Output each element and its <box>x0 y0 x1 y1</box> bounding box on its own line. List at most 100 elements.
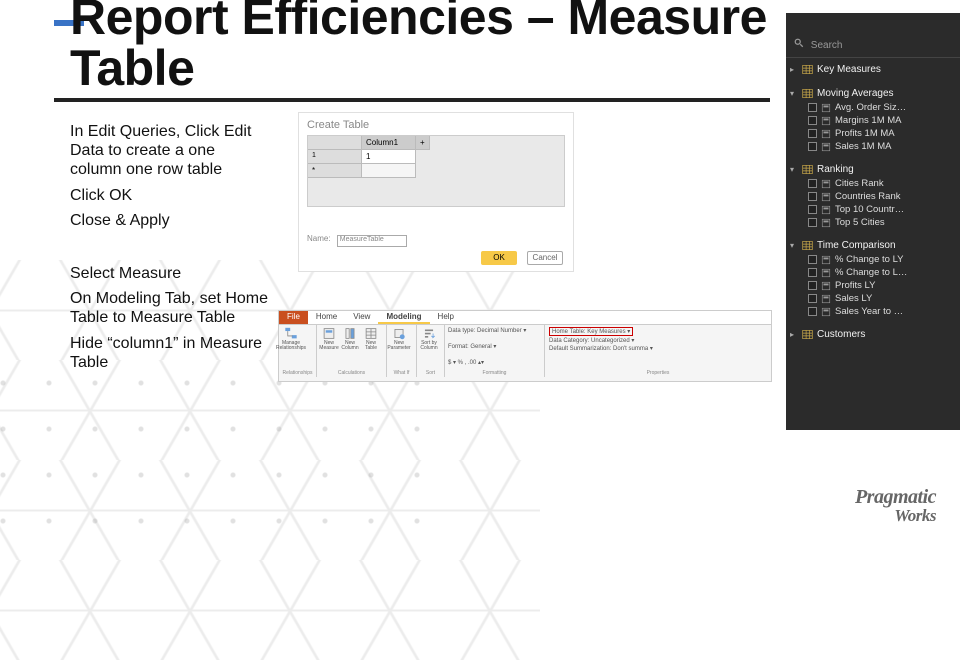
field-checkbox[interactable] <box>808 218 817 227</box>
field-checkbox[interactable] <box>808 116 817 125</box>
measure-icon <box>821 192 831 202</box>
section-properties: Properties <box>545 369 771 377</box>
instruction-3: Close & Apply <box>70 211 270 230</box>
sort-by-column-button[interactable]: Sort byColumn <box>420 327 438 351</box>
field-checkbox[interactable] <box>808 129 817 138</box>
grid-add-col[interactable]: + <box>416 136 430 150</box>
create-table-dialog: Create Table Column1 + 1 1 * Name: Measu… <box>298 112 574 272</box>
expand-icon: ▸ <box>790 65 798 74</box>
group-label: Time Comparison <box>817 240 896 251</box>
field-group-customers[interactable]: ▸ Customers <box>790 327 958 342</box>
datatype-dropdown[interactable]: Data type: Decimal Number ▾ <box>448 327 541 334</box>
name-row: Name: MeasureTable <box>307 234 407 247</box>
field-label: Margins 1M MA <box>835 115 902 126</box>
new-parameter-button[interactable]: NewParameter <box>390 327 408 351</box>
field-item[interactable]: Top 5 Cities <box>790 216 958 229</box>
new-table-button[interactable]: NewTable <box>362 327 380 351</box>
manage-relationships-button[interactable]: ManageRelationships <box>282 327 300 351</box>
field-checkbox[interactable] <box>808 255 817 264</box>
ok-button[interactable]: OK <box>481 251 517 265</box>
field-item[interactable]: Sales 1M MA <box>790 140 958 153</box>
expand-icon: ▾ <box>790 165 798 174</box>
default-summarization-dropdown[interactable]: Default Summarization: Don't summa ▾ <box>549 345 767 352</box>
measure-icon <box>821 142 831 152</box>
table-icon <box>802 329 813 340</box>
cancel-button[interactable]: Cancel <box>527 251 563 265</box>
field-checkbox[interactable] <box>808 142 817 151</box>
group-label: Customers <box>817 329 865 340</box>
home-table-dropdown[interactable]: Home Table: Key Measures ▾ <box>549 327 633 336</box>
measure-icon <box>821 294 831 304</box>
tab-view[interactable]: View <box>345 311 378 324</box>
field-checkbox[interactable] <box>808 307 817 316</box>
new-column-button[interactable]: NewColumn <box>341 327 359 351</box>
fields-search[interactable]: Search <box>786 32 960 58</box>
field-item[interactable]: % Change to L… <box>790 266 958 279</box>
title-underline <box>54 98 770 102</box>
field-checkbox[interactable] <box>808 294 817 303</box>
field-item[interactable]: Profits LY <box>790 279 958 292</box>
tab-help[interactable]: Help <box>430 311 462 324</box>
table-icon <box>802 240 813 251</box>
field-label: Profits 1M MA <box>835 128 895 139</box>
table-icon <box>802 164 813 175</box>
grid-empty-cell[interactable] <box>362 164 416 178</box>
field-checkbox[interactable] <box>808 103 817 112</box>
measure-icon <box>821 116 831 126</box>
data-grid[interactable]: Column1 + 1 1 * <box>307 135 565 207</box>
field-item[interactable]: Margins 1M MA <box>790 114 958 127</box>
field-group-time-comparison[interactable]: ▾Time Comparison <box>790 238 958 253</box>
field-label: Countries Rank <box>835 191 900 202</box>
field-checkbox[interactable] <box>808 205 817 214</box>
instruction-2: Click OK <box>70 186 270 205</box>
field-item[interactable]: Profits 1M MA <box>790 127 958 140</box>
format-symbols[interactable]: $ ▾ % , .00 ▴▾ <box>448 359 541 366</box>
tab-home[interactable]: Home <box>308 311 345 324</box>
field-checkbox[interactable] <box>808 281 817 290</box>
field-item[interactable]: Sales LY <box>790 292 958 305</box>
instruction-4: Select Measure <box>70 264 270 283</box>
field-item[interactable]: Top 10 Countr… <box>790 203 958 216</box>
ribbon-tabs: File Home View Modeling Help <box>279 311 771 325</box>
field-item[interactable]: % Change to LY <box>790 253 958 266</box>
field-label: % Change to LY <box>835 254 903 265</box>
field-item[interactable]: Sales Year to … <box>790 305 958 318</box>
field-checkbox[interactable] <box>808 268 817 277</box>
section-relationships: Relationships <box>279 369 317 377</box>
field-checkbox[interactable] <box>808 179 817 188</box>
instruction-6: Hide “column1” in Measure Table <box>70 334 270 372</box>
field-label: Sales 1M MA <box>835 141 892 152</box>
name-label: Name: <box>307 234 331 243</box>
tab-modeling[interactable]: Modeling <box>378 311 429 324</box>
field-label: Cities Rank <box>835 178 884 189</box>
field-label: Profits LY <box>835 280 875 291</box>
field-group-moving-averages[interactable]: ▾Moving Averages <box>790 86 958 101</box>
measure-icon <box>821 307 831 317</box>
brand-logo: Pragmatic Works <box>855 488 936 526</box>
grid-cell-1-1[interactable]: 1 <box>362 150 416 164</box>
logo-line-2: Works <box>855 506 936 526</box>
new-measure-button[interactable]: NewMeasure <box>320 327 338 351</box>
grid-add-row[interactable]: * <box>308 164 362 178</box>
table-icon <box>802 88 813 99</box>
field-group-ranking[interactable]: ▾Ranking <box>790 162 958 177</box>
expand-icon: ▸ <box>790 330 798 339</box>
logo-line-1: Pragmatic <box>855 488 936 506</box>
section-calculations: Calculations <box>317 369 387 377</box>
ribbon: File Home View Modeling Help ManageRelat… <box>278 310 772 382</box>
field-item[interactable]: Cities Rank <box>790 177 958 190</box>
tab-file[interactable]: File <box>279 311 308 324</box>
field-label: Sales LY <box>835 293 872 304</box>
field-item[interactable]: Avg. Order Siz… <box>790 101 958 114</box>
measure-icon <box>821 129 831 139</box>
format-dropdown[interactable]: Format: General ▾ <box>448 343 541 350</box>
grid-col-header[interactable]: Column1 <box>362 136 416 150</box>
field-group-key-measures[interactable]: ▸ Key Measures <box>790 62 958 77</box>
field-item[interactable]: Countries Rank <box>790 190 958 203</box>
name-input[interactable]: MeasureTable <box>337 235 407 247</box>
data-category-dropdown[interactable]: Data Category: Uncategorized ▾ <box>549 337 767 344</box>
field-label: Top 5 Cities <box>835 217 885 228</box>
fields-pane: Search ▸ Key Measures ▾Moving AveragesAvg.… <box>786 32 960 430</box>
group-label: Key Measures <box>817 64 881 75</box>
field-checkbox[interactable] <box>808 192 817 201</box>
